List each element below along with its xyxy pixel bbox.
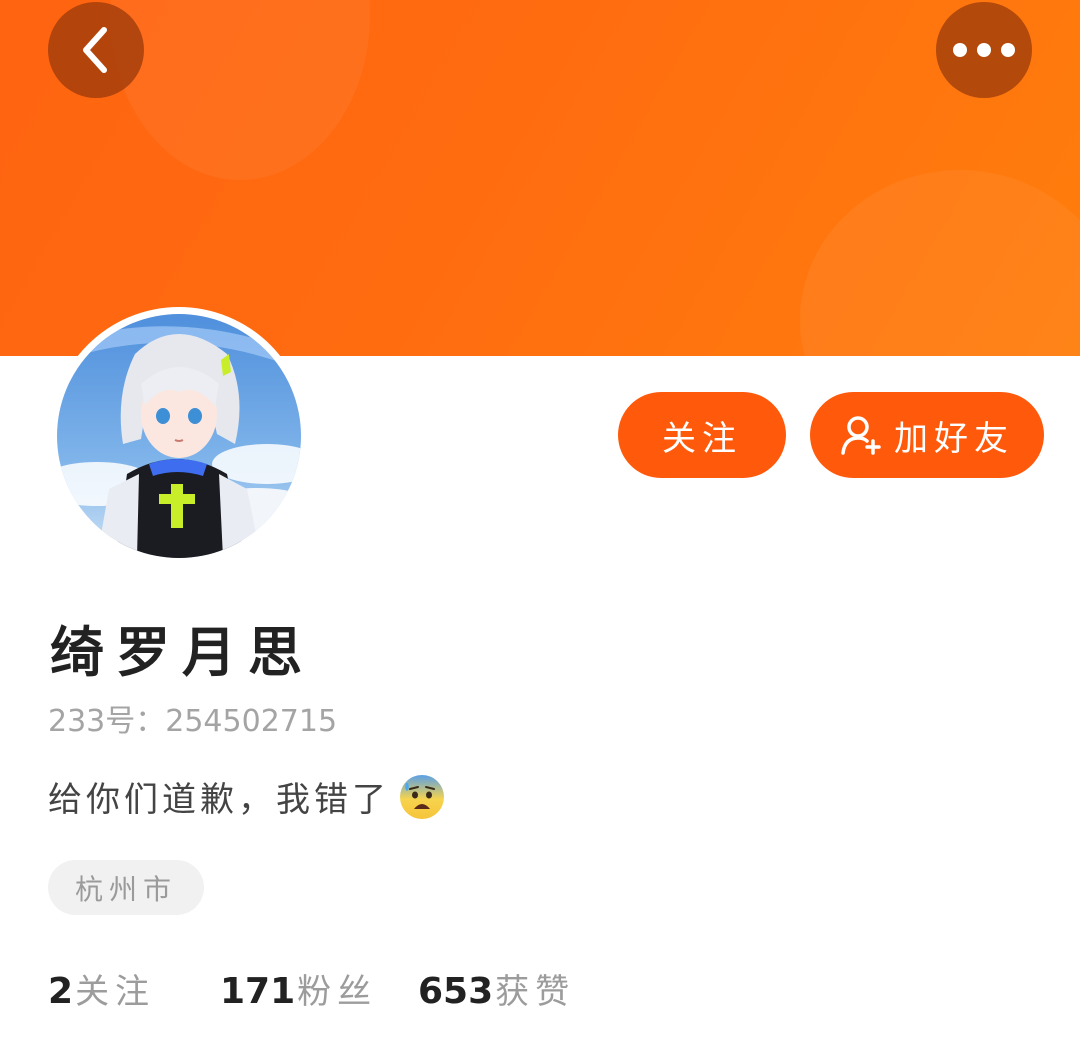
location-tag: 杭州市 (48, 860, 204, 915)
profile-banner (0, 0, 1080, 356)
bio-text: 给你们道歉，我错了 (48, 780, 390, 820)
likes-count: 653 (418, 971, 494, 1012)
following-label: 关注 (75, 972, 156, 1012)
profile-bio: 给你们道歉，我错了 (48, 772, 446, 821)
back-button[interactable] (48, 2, 144, 98)
follow-button-label: 关注 (662, 418, 742, 459)
following-stat[interactable]: 2 关注 (48, 964, 155, 1013)
account-number: 233号：254502715 (48, 704, 338, 739)
more-button[interactable] (936, 2, 1032, 98)
profile-name: 绮罗月思 (50, 621, 314, 684)
location-text: 杭州市 (74, 872, 177, 906)
more-dots-icon (952, 42, 1016, 58)
chevron-left-icon (76, 25, 116, 75)
follow-button[interactable]: 关注 (618, 392, 786, 478)
anxious-face-emoji-icon (398, 773, 446, 821)
followers-stat[interactable]: 171 粉丝 (220, 964, 377, 1013)
banner-decoration (800, 170, 1080, 356)
likes-stat[interactable]: 653 获赞 (418, 964, 575, 1013)
add-friend-button[interactable]: 加好友 (810, 392, 1044, 478)
profile-page: 关注 加好友 绮罗月思 233号：254502715 给你们道歉，我错了 杭州市… (0, 0, 1080, 1057)
followers-count: 171 (220, 971, 296, 1012)
add-friend-button-label: 加好友 (894, 418, 1014, 459)
add-user-icon (840, 414, 882, 456)
followers-label: 粉丝 (297, 972, 378, 1012)
likes-label: 获赞 (495, 972, 576, 1012)
following-count: 2 (48, 971, 74, 1012)
avatar[interactable] (57, 314, 301, 558)
banner-decoration (110, 0, 370, 180)
